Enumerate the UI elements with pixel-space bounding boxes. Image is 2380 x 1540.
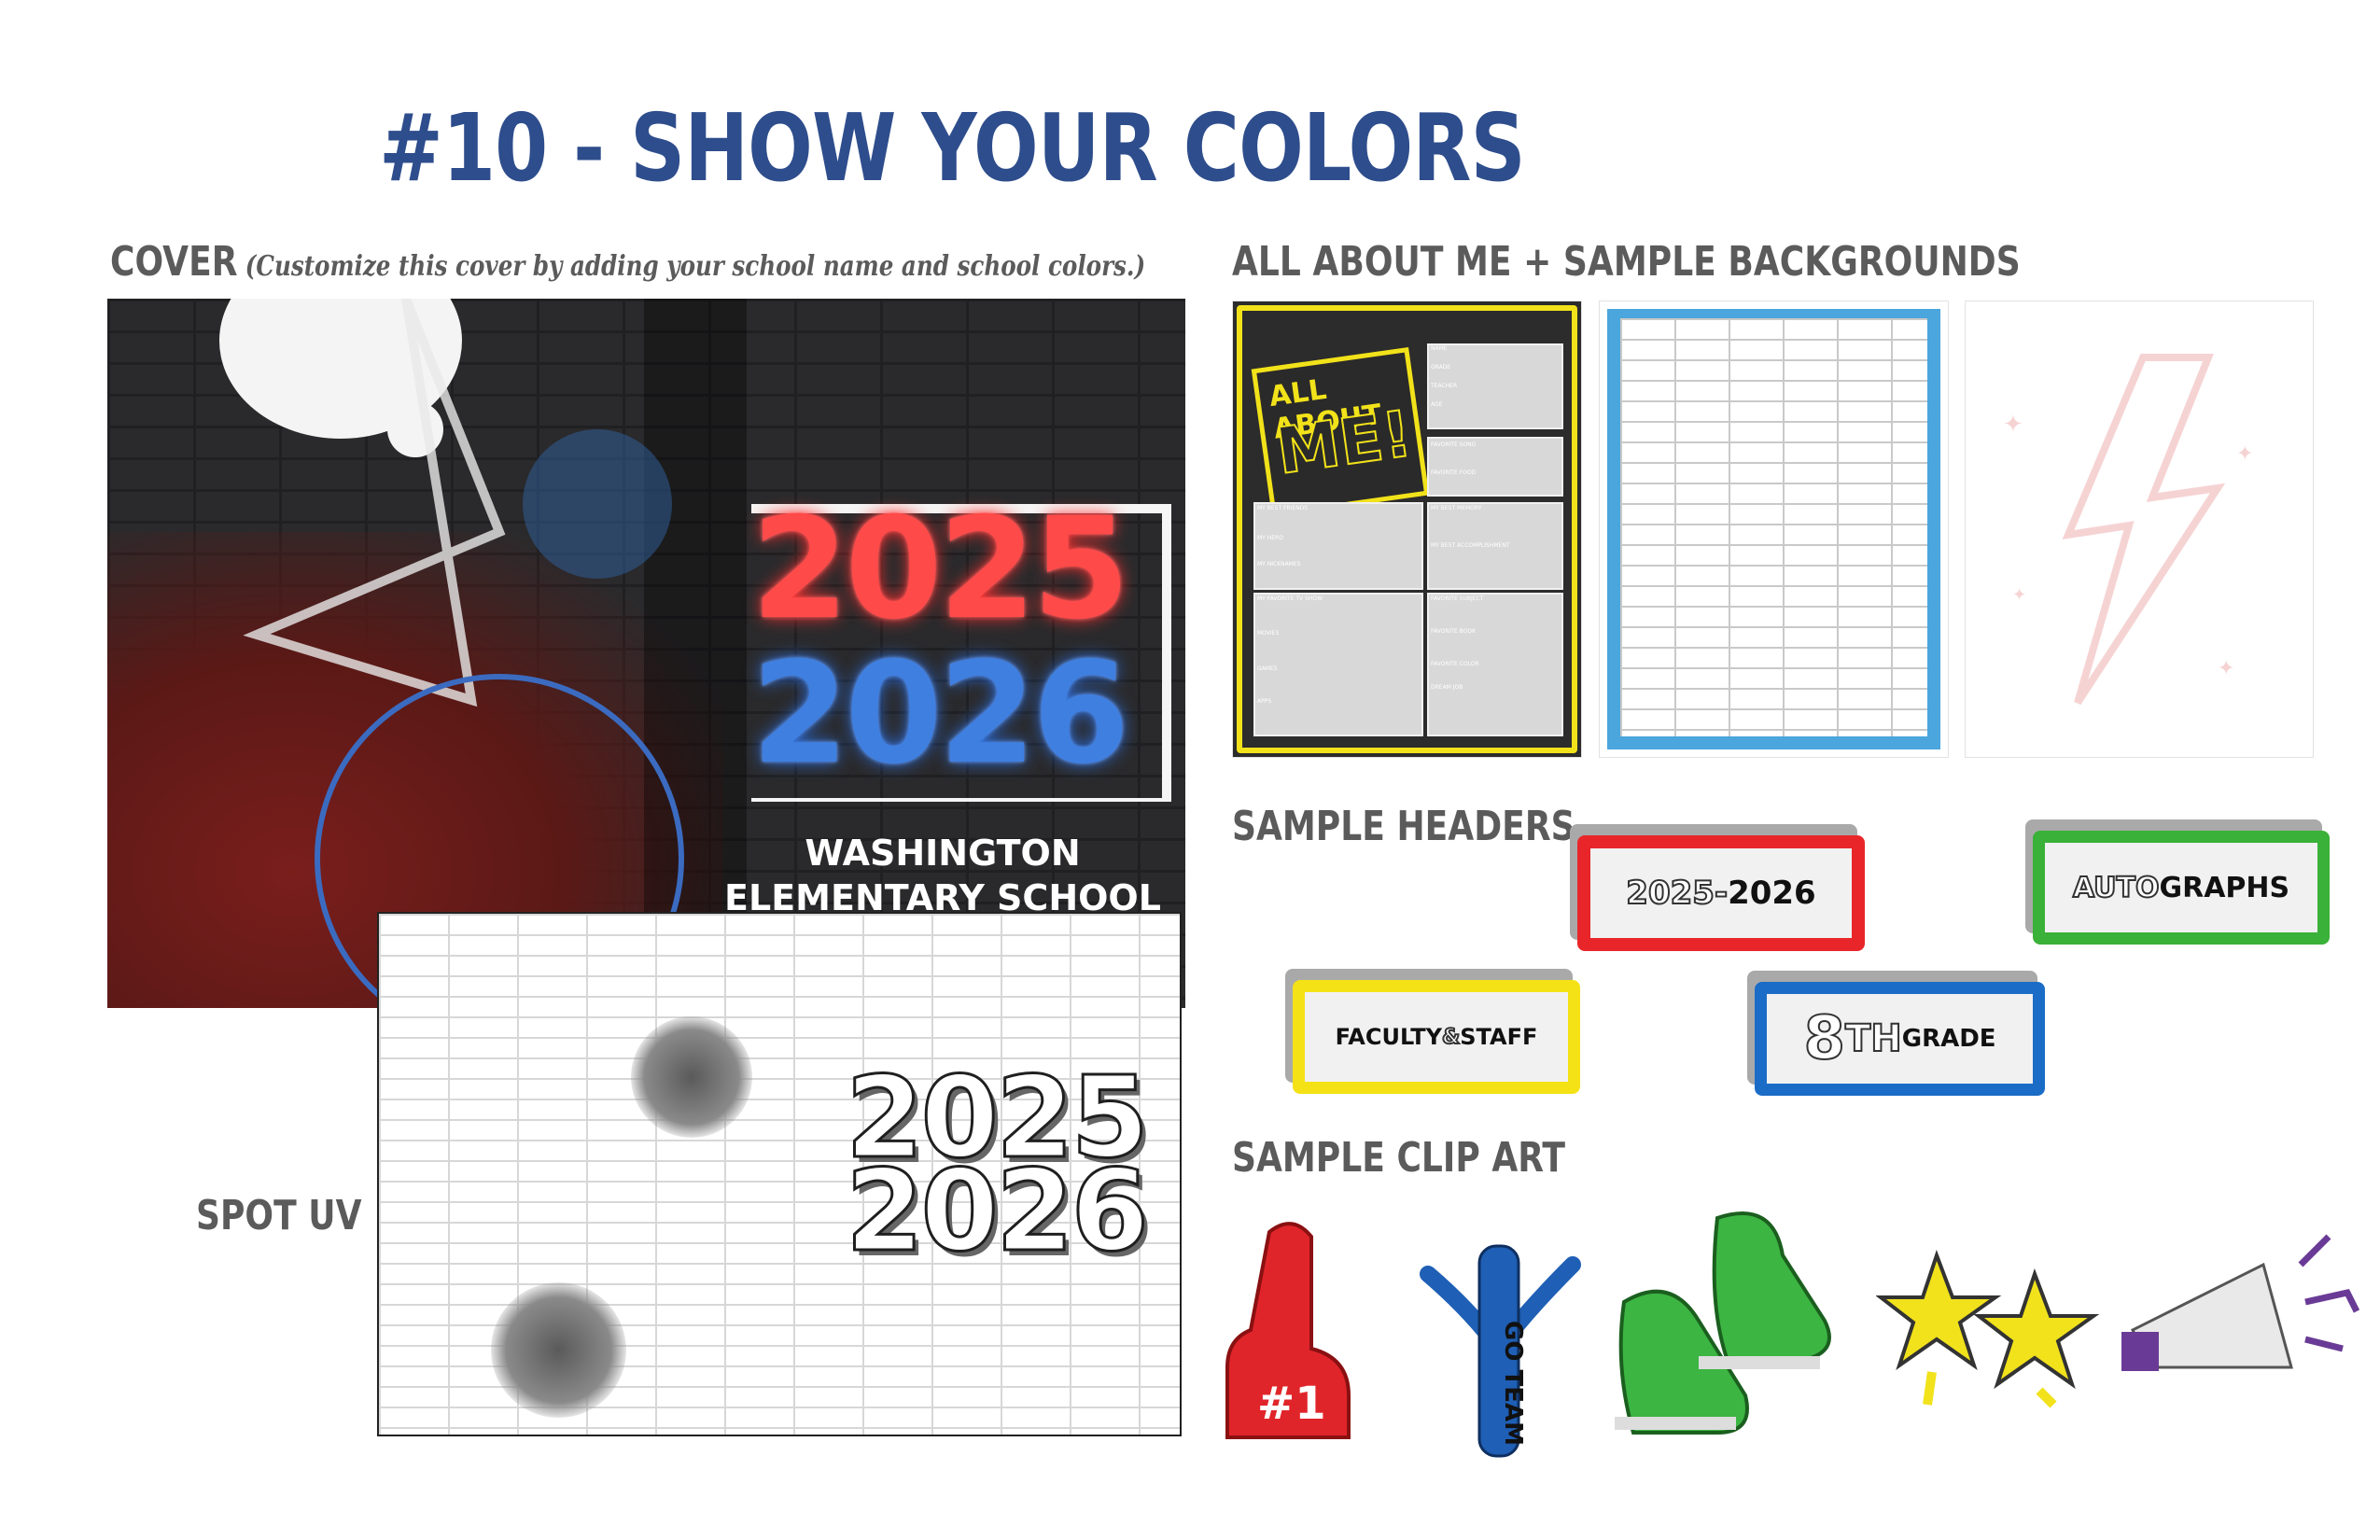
- header-sample-8th-grade: 8 TH GRADE: [1755, 982, 2045, 1096]
- field-box: [1253, 502, 1423, 590]
- spot-uv-ball-icon: [631, 1016, 752, 1138]
- spot-uv-ball-icon: [491, 1282, 626, 1418]
- cover-school-name: WASHINGTON ELEMENTARY SCHOOL: [723, 831, 1162, 920]
- header-sample-faculty-staff: FACULTY & STAFF: [1293, 980, 1580, 1094]
- foam-finger-icon: #1: [1225, 1222, 1351, 1439]
- megaphone-icon: [2121, 1234, 2360, 1371]
- cover-label-text: COVER: [110, 238, 238, 286]
- clipart-label: SAMPLE CLIP ART: [1232, 1134, 1566, 1182]
- cover-year-bottom: 2026: [751, 633, 1129, 795]
- backgrounds-label: ALL ABOUT ME + SAMPLE BACKGROUNDS: [1232, 238, 2021, 286]
- headers-label: SAMPLE HEADERS: [1232, 803, 1575, 850]
- brick-background-sample: [1599, 301, 1949, 758]
- svg-text:GO TEAM: GO TEAM: [1499, 1321, 1527, 1446]
- cover-label: COVER (Customize this cover by adding you…: [110, 238, 1145, 286]
- svg-text:✦: ✦: [2012, 585, 2026, 605]
- svg-text:✦: ✦: [2218, 657, 2234, 680]
- cover-note: (Customize this cover by adding your sch…: [245, 250, 1146, 283]
- sneakers-icon: [1615, 1211, 1831, 1435]
- all-about-me-page: ALL ABOUT ME! NAME GRADE TEACHER AGE FAV…: [1232, 301, 1582, 758]
- lightning-background-sample: ✦ ✦ ✦ ✦: [1965, 301, 2314, 758]
- all-about-me-heading: ALL ABOUT ME!: [1251, 346, 1430, 518]
- spot-uv-label: SPOT UV: [196, 1192, 362, 1239]
- lightning-bolt-icon: ✦ ✦ ✦ ✦: [2003, 354, 2253, 706]
- svg-text:✦: ✦: [2236, 442, 2253, 466]
- cover-year-top: 2025: [751, 488, 1129, 651]
- spot-uv-year-bottom: 2026: [845, 1147, 1151, 1277]
- field-box: [1253, 593, 1423, 736]
- header-sample-autographs: AUTO GRAPHS: [2033, 831, 2330, 945]
- cover-school-line1: WASHINGTON: [805, 833, 1081, 874]
- page-title: #10 - SHOW YOUR COLORS: [379, 93, 1526, 203]
- svg-text:#1: #1: [1257, 1378, 1326, 1430]
- header-sample-years: 2025 - 2026: [1577, 835, 1865, 951]
- cover-image: 2025 2026 WASHINGTON ELEMENTARY SCHOOL: [107, 299, 1185, 1008]
- star-glasses-icon: [1876, 1250, 2100, 1408]
- tube-man-icon: GO TEAM: [1420, 1244, 1581, 1458]
- spot-uv-image: 2025 2026: [377, 912, 1182, 1436]
- svg-text:✦: ✦: [2003, 411, 2023, 439]
